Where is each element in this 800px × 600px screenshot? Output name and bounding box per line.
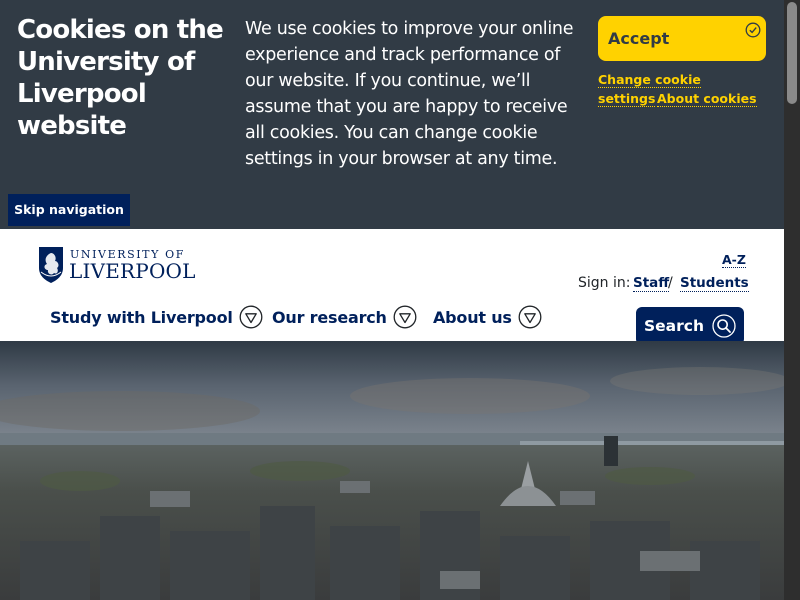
nav-study-label: Study with Liverpool: [50, 307, 233, 327]
nav-study-with-liverpool[interactable]: Study with Liverpool: [50, 303, 263, 331]
nav-research-label: Our research: [272, 307, 387, 327]
sign-in-separator: /: [668, 275, 673, 291]
staff-sign-in-link[interactable]: Staff: [633, 275, 670, 292]
nav-about-us[interactable]: About us: [433, 303, 542, 331]
skip-navigation-link[interactable]: Skip navigation: [8, 194, 130, 226]
change-cookie-settings-link-line2[interactable]: settings: [598, 91, 656, 107]
change-cookie-settings-link-line1[interactable]: Change cookie: [598, 72, 701, 88]
university-crest-icon: [39, 247, 63, 283]
students-sign-in-link[interactable]: Students: [680, 275, 749, 292]
sign-in-label: Sign in:: [578, 275, 631, 291]
nav-about-label: About us: [433, 307, 512, 327]
search-icon: [712, 314, 736, 338]
checkmark-circle-icon: [745, 22, 761, 38]
cookie-banner: Cookies on the University of Liverpool w…: [0, 0, 784, 229]
a-z-link[interactable]: A-Z: [722, 253, 746, 268]
chevron-down-circle-icon: [393, 305, 417, 329]
logo-text-bottom: LIVERPOOL: [69, 259, 196, 283]
accept-button-label: Accept: [608, 29, 670, 48]
nav-our-research[interactable]: Our research: [272, 303, 417, 331]
cookie-banner-message: We use cookies to improve your online ex…: [245, 19, 574, 169]
search-button-label: Search: [644, 317, 705, 335]
hero-image: [0, 341, 784, 600]
chevron-down-circle-icon: [518, 305, 542, 329]
accept-cookies-button[interactable]: Accept: [598, 16, 766, 61]
chevron-down-circle-icon: [239, 305, 263, 329]
cookie-banner-title: Cookies on the University of Liverpool w…: [17, 15, 224, 141]
university-logo[interactable]: UNIVERSITY OF LIVERPOOL: [38, 246, 195, 286]
search-button[interactable]: Search: [636, 307, 744, 345]
about-cookies-link[interactable]: About cookies: [657, 91, 757, 107]
site-header: UNIVERSITY OF LIVERPOOL A-Z Sign in: Sta…: [0, 229, 784, 345]
scrollbar-thumb[interactable]: [787, 2, 797, 104]
